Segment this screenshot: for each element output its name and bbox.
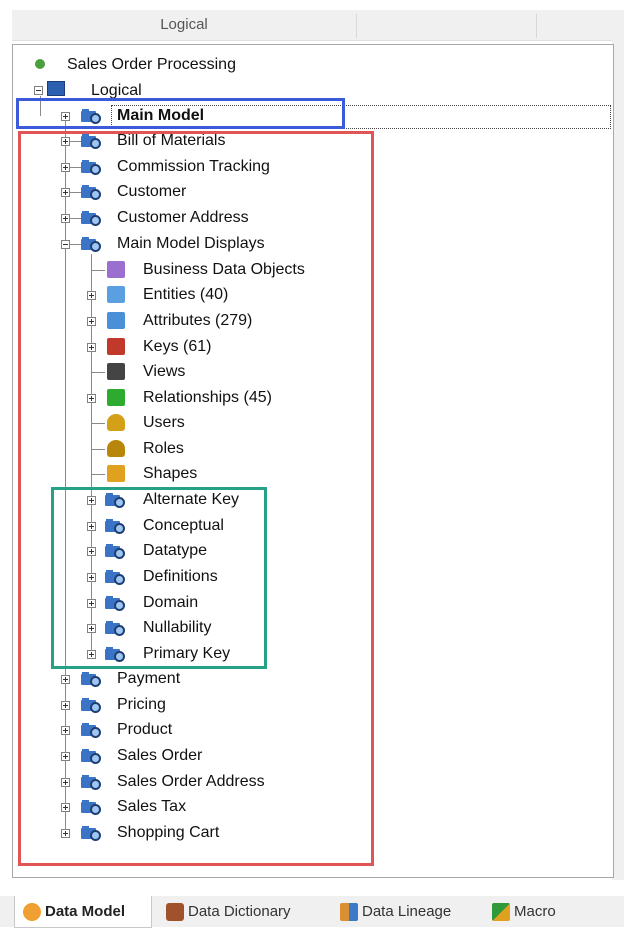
bottom-tab-bar: Data Model Data Dictionary Data Lineage … (0, 896, 624, 928)
panel-title: Logical (160, 16, 208, 33)
tab-data-model[interactable]: Data Model (14, 896, 152, 928)
tree-node-label: Sales Order Processing (67, 56, 236, 73)
highlight-box-nested-displays (51, 487, 267, 669)
tab-data-lineage[interactable]: Data Lineage (340, 896, 482, 927)
macro-icon (492, 903, 510, 922)
tab-label: Data Dictionary (188, 903, 291, 920)
data-dictionary-icon (166, 903, 184, 922)
logical-model-icon (47, 81, 65, 96)
collapse-toggle[interactable] (34, 86, 43, 95)
tab-data-dictionary[interactable]: Data Dictionary (166, 896, 326, 927)
data-model-icon (23, 903, 41, 922)
tab-label: Data Lineage (362, 903, 452, 920)
model-root-icon (35, 59, 45, 69)
tab-label: Data Model (45, 903, 126, 920)
tab-macro[interactable]: Macro (492, 896, 582, 927)
header-divider (536, 14, 537, 38)
tab-label: Macro (514, 903, 556, 920)
data-lineage-icon (340, 903, 358, 922)
highlight-box-main-model (16, 98, 345, 129)
panel-header: Logical (12, 10, 624, 41)
header-divider (356, 14, 357, 38)
